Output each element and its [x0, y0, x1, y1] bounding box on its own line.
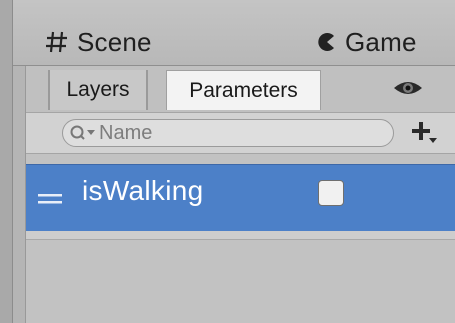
search-dropdown-icon[interactable]: [69, 124, 97, 142]
tab-scene-label: Scene: [77, 26, 152, 57]
tab-scene[interactable]: Scene: [45, 24, 152, 60]
tab-layers[interactable]: Layers: [48, 70, 148, 110]
list-footer-divider: [26, 231, 455, 240]
search-placeholder: Name: [99, 121, 153, 144]
parameter-name[interactable]: isWalking: [82, 175, 203, 207]
pacman-icon: [315, 31, 337, 53]
parameter-bool-checkbox[interactable]: [318, 180, 344, 206]
plus-dropdown-icon: [410, 119, 438, 150]
drag-handle-icon[interactable]: [38, 191, 62, 204]
animator-parameters-panel: Layers Parameters Name isWalking: [25, 66, 455, 323]
search-input[interactable]: Name: [62, 119, 394, 147]
tab-game[interactable]: Game: [315, 24, 417, 60]
search-toolbar: Name: [26, 112, 455, 154]
tab-game-label: Game: [345, 26, 417, 57]
window-tab-bar: Scene Game: [13, 0, 455, 66]
add-parameter-button[interactable]: [409, 121, 439, 147]
grid-icon: [45, 30, 69, 54]
tab-parameters-label: Parameters: [189, 78, 298, 102]
tab-layers-label: Layers: [66, 78, 130, 101]
eye-icon[interactable]: [393, 79, 423, 97]
parameter-row[interactable]: isWalking: [26, 164, 455, 232]
left-panel-edge: [0, 0, 13, 323]
panel-tab-bar: Layers Parameters: [26, 66, 455, 112]
tab-parameters[interactable]: Parameters: [166, 70, 321, 110]
